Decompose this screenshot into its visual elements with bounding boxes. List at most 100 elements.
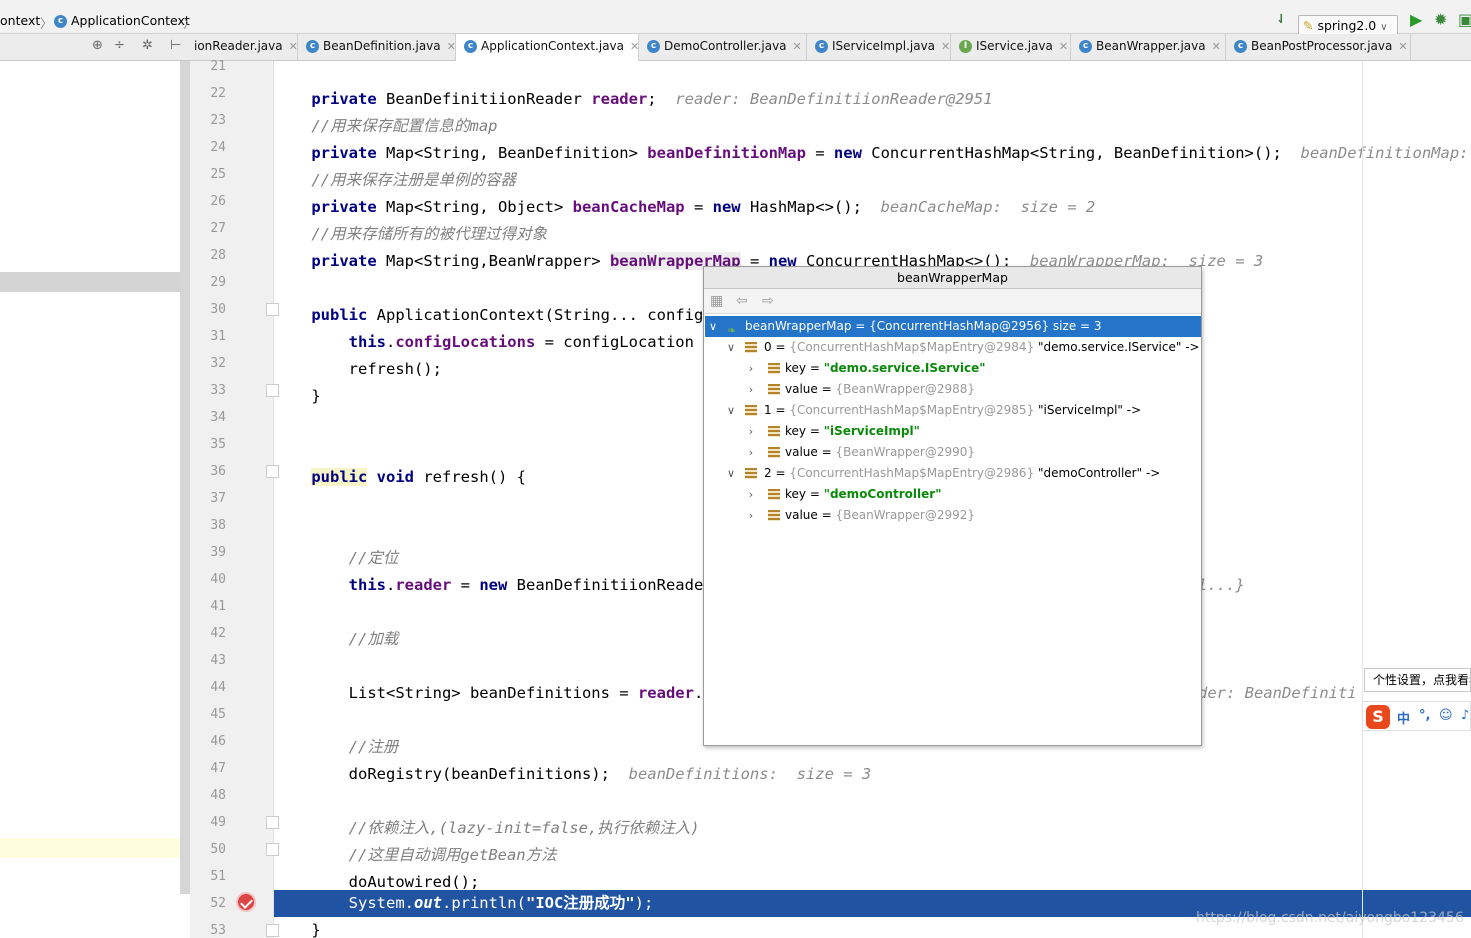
right-margin-guide (1362, 61, 1363, 938)
tab-democontroller[interactable]: c DemoController.java ✕ (639, 34, 807, 60)
code-line-40-tail: l...} (1198, 576, 1245, 594)
class-icon: c (54, 15, 67, 28)
coverage-icon[interactable]: ▣ (1458, 10, 1471, 29)
code-line-47: doRegistry(beanDefinitions); beanDefinit… (274, 765, 872, 783)
run-config-icon: ✎ (1303, 18, 1314, 33)
code-line-26: private Map<String, Object> beanCacheMap… (311, 198, 1096, 216)
line-number: 42 (210, 626, 226, 641)
field-icon (768, 426, 780, 437)
code-line-24: private Map<String, BeanDefinition> bean… (311, 144, 1469, 162)
breadcrumb-class[interactable]: c ApplicationContext (54, 13, 190, 28)
tab-beandefinition[interactable]: c BeanDefinition.java ✕ (298, 34, 456, 60)
line-number: 40 (210, 572, 226, 587)
tree-key-row[interactable]: › key = "demoController" (705, 484, 1201, 505)
hide-icon[interactable]: ⊢ (170, 38, 181, 53)
field-icon (745, 468, 757, 479)
close-icon[interactable]: ✕ (1398, 40, 1407, 53)
chevron-right-icon[interactable]: › (745, 505, 757, 526)
class-icon: c (815, 40, 828, 53)
tab-beandefinitionreader[interactable]: ionReader.java ✕ (186, 34, 298, 60)
close-icon[interactable]: ✕ (1059, 40, 1068, 53)
chevron-right-icon[interactable]: › (745, 421, 757, 442)
run-icon[interactable]: ▶ (1410, 10, 1422, 29)
microphone-icon[interactable]: ♪ (1461, 708, 1469, 723)
line-number: 39 (210, 545, 226, 560)
chevron-down-icon[interactable]: ∨ (725, 463, 737, 484)
tree-entry-row[interactable]: ∨ 0 = {ConcurrentHashMap$MapEntry@2984} … (705, 337, 1201, 358)
chevron-down-icon: ∨ (1380, 22, 1388, 33)
inline-debug-value: beanDefinitions: size = 3 (628, 765, 872, 783)
back-icon[interactable]: ⇦ (736, 293, 748, 309)
line-number: 25 (210, 167, 226, 182)
punctuation-icon[interactable]: °, (1419, 708, 1430, 723)
breadcrumb-package[interactable]: ontext (0, 13, 40, 28)
watermark: https://blog.csdn.net/aiyongbo123456 (1196, 910, 1464, 926)
tree-key-row[interactable]: › key = "demo.service.IService" (705, 358, 1201, 379)
line-number: 44 (210, 680, 226, 695)
code-line-27: //用来存储所有的被代理过得对象 (311, 225, 547, 243)
tree-key-row[interactable]: › key = "iServiceImpl" (705, 421, 1201, 442)
chevron-right-icon[interactable]: › (745, 484, 757, 505)
tab-iserviceimpl[interactable]: c IServiceImpl.java ✕ (807, 34, 951, 60)
tree-root-row[interactable]: ∨ ❧ beanWrapperMap = {ConcurrentHashMap@… (705, 316, 1201, 337)
tab-beanwrapper[interactable]: c BeanWrapper.java ✕ (1071, 34, 1226, 60)
line-number: 52 (210, 896, 226, 911)
tree-entry-row[interactable]: ∨ 2 = {ConcurrentHashMap$MapEntry@2986} … (705, 463, 1201, 484)
tab-applicationcontext[interactable]: c ApplicationContext.java ✕ (456, 34, 639, 61)
line-number: 38 (210, 518, 226, 533)
line-number: 23 (210, 113, 226, 128)
tree-value-row[interactable]: › value = {BeanWrapper@2992} (705, 505, 1201, 526)
line-number: 45 (210, 707, 226, 722)
tab-beanpostprocessor[interactable]: c BeanPostProcessor.java ✕ (1226, 34, 1411, 60)
line-number: 28 (210, 248, 226, 263)
inspect-icon[interactable]: ▦ (710, 293, 723, 309)
gear-icon[interactable]: ✲ (142, 38, 153, 53)
breadcrumb-separator: 〉 (40, 16, 53, 31)
target-icon[interactable]: ⊕ (92, 38, 103, 53)
close-icon[interactable]: ✕ (289, 40, 298, 53)
line-number: 49 (210, 815, 226, 830)
chevron-down-icon[interactable]: ∨ (725, 337, 737, 358)
inline-debug-value: beanDefinitionMap: (1300, 144, 1469, 162)
line-number: 36 (210, 464, 226, 479)
field-icon (768, 363, 780, 374)
forward-icon[interactable]: ⇨ (762, 293, 774, 309)
close-icon[interactable]: ✕ (1212, 40, 1221, 53)
close-icon[interactable]: ✕ (793, 40, 802, 53)
breakpoint-icon[interactable] (236, 892, 256, 912)
chevron-down-icon[interactable]: ∨ (707, 316, 719, 337)
inline-debug-value: reader: BeanDefinitiionReader@2951 (675, 90, 993, 108)
debug-icon[interactable]: ✹ (1434, 10, 1447, 29)
code-line-49: //依赖注入,(lazy-init=false,执行依赖注入) (348, 819, 700, 837)
code-line-23: //用来保存配置信息的map (311, 117, 498, 135)
ime-toolbar: S 中 °, ☺ ♪ (1362, 701, 1471, 731)
close-icon[interactable]: ✕ (941, 40, 950, 53)
emoji-icon[interactable]: ☺ (1439, 708, 1453, 723)
sort-icon[interactable]: ⇃ (1276, 11, 1286, 26)
project-selected-row (0, 272, 180, 292)
line-number: 51 (210, 869, 226, 884)
line-number: 37 (210, 491, 226, 506)
popup-toolbar: ▦ ⇦ ⇨ (704, 289, 1201, 314)
line-number: 26 (210, 194, 226, 209)
field-icon (745, 342, 757, 353)
panel-divider[interactable] (180, 61, 190, 894)
chevron-right-icon[interactable]: › (745, 358, 757, 379)
close-icon[interactable]: ✕ (630, 40, 639, 53)
chevron-down-icon[interactable]: ∨ (725, 400, 737, 421)
class-icon: c (306, 40, 319, 53)
tree-entry-row[interactable]: ∨ 1 = {ConcurrentHashMap$MapEntry@2985} … (705, 400, 1201, 421)
tree-value-row[interactable]: › value = {BeanWrapper@2988} (705, 379, 1201, 400)
ime-mode-chinese[interactable]: 中 (1397, 708, 1410, 727)
sogou-logo[interactable]: S (1366, 705, 1390, 729)
line-number: 48 (210, 788, 226, 803)
line-number: 47 (210, 761, 226, 776)
tree-value-row[interactable]: › value = {BeanWrapper@2990} (705, 442, 1201, 463)
collapse-icon[interactable]: ÷ (114, 38, 125, 53)
tab-iservice[interactable]: I IService.java ✕ (951, 34, 1071, 60)
line-number: 33 (210, 383, 226, 398)
close-icon[interactable]: ✕ (447, 40, 456, 53)
class-icon: c (647, 40, 660, 53)
chevron-right-icon[interactable]: › (745, 442, 757, 463)
chevron-right-icon[interactable]: › (745, 379, 757, 400)
